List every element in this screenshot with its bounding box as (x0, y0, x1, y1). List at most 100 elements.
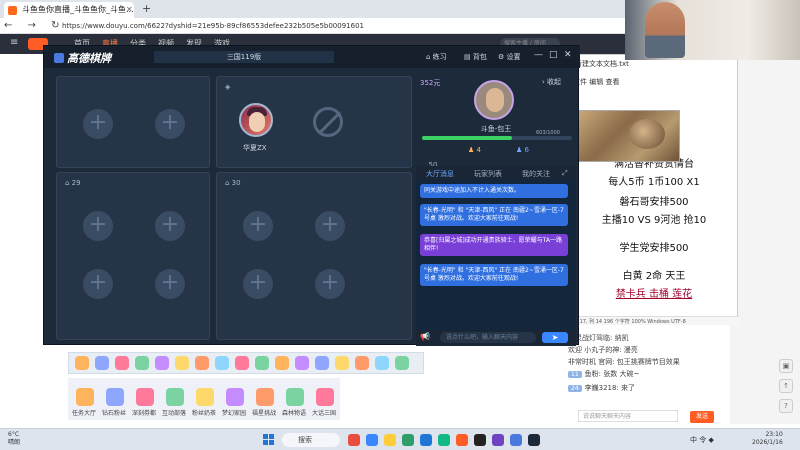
taskbar-app-icon[interactable] (528, 434, 540, 446)
chat-input[interactable]: 说说聊天聊天内容 (578, 410, 678, 422)
coin-balance: 352元 (420, 79, 441, 87)
streamer-webcam (625, 0, 800, 60)
gift-icon[interactable] (395, 356, 409, 370)
menu-icon[interactable]: ≡ (10, 37, 18, 48)
lobby-message: 恭喜[归属之城]成功开通贵族骑士，愿荣耀与TA一路相伴! (420, 234, 568, 256)
empty-seat-plus-icon[interactable]: + (243, 269, 273, 299)
activity-label: 森林物语 (282, 410, 307, 417)
diamond-fans-icon[interactable] (106, 388, 124, 406)
chat-line: 24 李巍3218: 来了 (568, 383, 635, 393)
notepad-line-7: 禁卡兵 击桶 莲花 (615, 289, 693, 300)
taskbar-app-icon[interactable] (366, 434, 378, 446)
browser-tab[interactable]: 斗鱼鱼你直播_斗鱼鱼你_斗鱼... ✕ (4, 2, 134, 18)
gift-icon[interactable] (215, 356, 229, 370)
taskbar-app-icon[interactable] (402, 434, 414, 446)
gift-icon[interactable] (335, 356, 349, 370)
folder-icon[interactable] (384, 434, 396, 446)
game-table: ⌂ 30 + + + + (216, 172, 412, 340)
tab-player-list[interactable]: 玩家列表 (474, 169, 502, 179)
side-tool-icon[interactable]: ↑ (779, 379, 793, 393)
table-lock-icon: ◈ (225, 83, 231, 91)
gift-icon[interactable] (355, 356, 369, 370)
notepad-line-4: 主播10 VS 9河池 抢10 (601, 215, 707, 226)
settings-button[interactable]: ⚙ 设置 (498, 52, 521, 62)
practice-button[interactable]: ⌂ 练习 (426, 52, 447, 62)
close-button[interactable]: ✕ (564, 50, 572, 60)
my-avatar[interactable] (474, 80, 514, 120)
ticket-icon[interactable] (136, 388, 154, 406)
url-field[interactable]: https://www.douyu.com/6622?dyshid=21e95b… (62, 20, 562, 32)
windows-start-icon[interactable] (263, 434, 275, 446)
forest-icon[interactable] (286, 388, 304, 406)
empty-seat-plus-icon[interactable]: + (315, 211, 345, 241)
tab-lobby-messages[interactable]: 大厅消息 (426, 169, 454, 179)
weather-widget[interactable]: 6°C 晴朗 (8, 431, 20, 447)
chat-line: 欢迎 小丸子的神: 漫亮 (568, 346, 638, 354)
dream-home-icon[interactable] (226, 388, 244, 406)
gift-icon[interactable] (275, 356, 289, 370)
lobby-chat-input[interactable]: 说点什么吧，输入聊天内容 (440, 332, 536, 343)
new-tab-button[interactable]: + (142, 2, 151, 15)
lucky-star-icon[interactable] (256, 388, 274, 406)
room-name: 三国119版 (154, 51, 334, 63)
gift-icon[interactable] (375, 356, 389, 370)
system-tray[interactable]: 中 令 ◆ (690, 435, 714, 445)
empty-seat-plus-icon[interactable]: + (155, 269, 185, 299)
taskbar-app-icon[interactable] (420, 434, 432, 446)
side-toolbar: ▣ ↑ ? (774, 54, 800, 424)
tribe-icon[interactable] (166, 388, 184, 406)
gift-icon[interactable] (95, 356, 109, 370)
taskbar-app-icon[interactable] (492, 434, 504, 446)
taskbar-app-icon[interactable] (456, 434, 468, 446)
gift-icon[interactable] (195, 356, 209, 370)
empty-seat-plus-icon[interactable]: + (83, 109, 113, 139)
expand-icon[interactable]: ⤢ (562, 169, 568, 178)
megaphone-icon[interactable]: 📢 (420, 332, 430, 341)
notepad-title: 新建文本文档.txt (575, 60, 629, 68)
notepad-window: 新建文本文档.txt 文件 编辑 查看 满活替补赞赏情台 每人5币 1币100 … (568, 54, 739, 326)
close-tab-icon[interactable]: ✕ (126, 2, 133, 18)
empty-seat-plus-icon[interactable]: + (155, 211, 185, 241)
taskbar-search[interactable]: 搜索 (282, 433, 340, 447)
gift-icon[interactable] (135, 356, 149, 370)
gift-icon[interactable] (295, 356, 309, 370)
milk-tea-icon[interactable] (196, 388, 214, 406)
taskbar-app-icon[interactable] (474, 434, 486, 446)
collapse-button[interactable]: › 收起 (542, 77, 561, 87)
clock[interactable]: 23:10 2026/1/16 (752, 431, 783, 447)
panel-input-bar: 📢 说点什么吧，输入聊天内容 ➤ (416, 330, 576, 346)
empty-seat-plus-icon[interactable]: + (243, 211, 273, 241)
gift-icon[interactable] (175, 356, 189, 370)
player-side-panel: 352元 › 收起 斗鱼-包王 603/1000 ♟ 4 ♟ 6 大厅消息 玩家… (416, 74, 576, 346)
empty-seat-plus-icon[interactable]: + (315, 269, 345, 299)
gift-icon[interactable] (155, 356, 169, 370)
lobby-message-list: 同关游戏中途加入不计入通关次数。 "长春-光明" 和 "天津-西风" 正在 南疆… (416, 180, 576, 330)
taskbar-app-icon[interactable] (348, 434, 360, 446)
gift-icon[interactable] (255, 356, 269, 370)
gift-icon[interactable] (115, 356, 129, 370)
three-kingdoms-icon[interactable] (316, 388, 334, 406)
gift-icon[interactable] (235, 356, 249, 370)
empty-seat-plus-icon[interactable]: + (155, 109, 185, 139)
task-hall-icon[interactable] (76, 388, 94, 406)
lobby-send-button[interactable]: ➤ (542, 332, 568, 343)
notepad-line-2: 每人5币 1币100 X1 (608, 177, 700, 188)
gift-icon[interactable] (315, 356, 329, 370)
empty-seat-plus-icon[interactable]: + (83, 269, 113, 299)
player-avatar[interactable] (239, 103, 273, 137)
minimize-button[interactable]: — (534, 50, 543, 60)
tab-my-follow[interactable]: 我的关注 (522, 169, 550, 179)
empty-seat-plus-icon[interactable]: + (83, 211, 113, 241)
taskbar-app-icon[interactable] (510, 434, 522, 446)
side-tool-icon[interactable]: ▣ (779, 359, 793, 373)
taskbar-app-icon[interactable] (438, 434, 450, 446)
gift-icon[interactable] (75, 356, 89, 370)
maximize-button[interactable]: □ (549, 50, 558, 60)
nav-buttons[interactable]: ← → ↻ (4, 18, 66, 34)
lobby-message: "长春-光明" 和 "天津-西风" 正在 南疆2~雪涌一区-7号桌 激烈对战。欢… (420, 264, 568, 286)
bag-button[interactable]: ▤ 背包 (464, 52, 487, 62)
chat-send-button[interactable]: 发送 (690, 411, 714, 423)
notepad-menu[interactable]: 文件 编辑 查看 (573, 77, 739, 89)
side-tool-icon[interactable]: ? (779, 399, 793, 413)
stat-blue: ♟ 6 (516, 146, 529, 154)
